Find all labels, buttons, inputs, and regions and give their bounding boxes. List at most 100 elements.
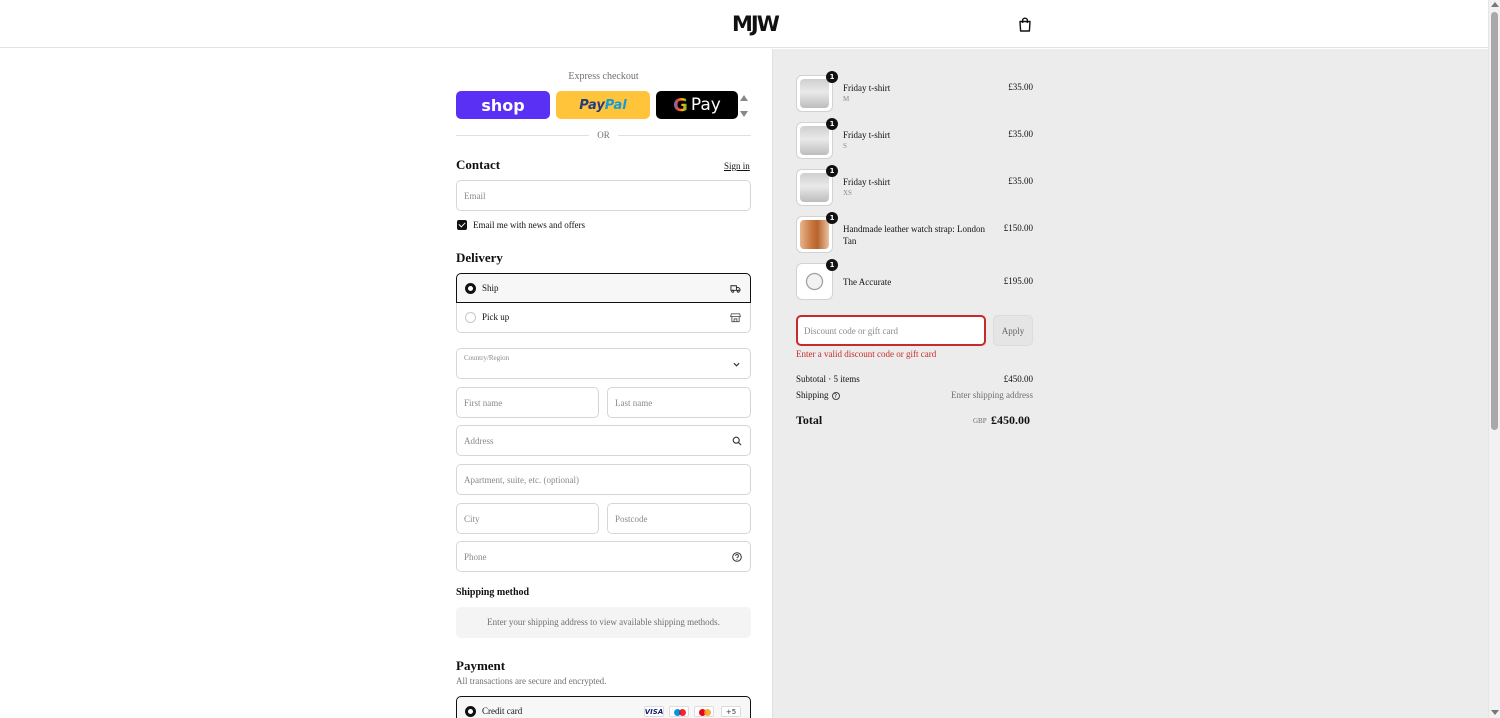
product-thumbnail: 1 — [796, 259, 838, 300]
address-wrapper — [456, 425, 751, 456]
truck-icon — [730, 285, 741, 293]
country-select[interactable]: Country/Region — [456, 348, 751, 379]
carousel-down-arrow-icon[interactable] — [740, 111, 748, 117]
page-scrollbar[interactable] — [1488, 0, 1500, 718]
shipping-method-heading: Shipping method — [456, 587, 530, 598]
store-icon — [730, 313, 741, 323]
more-cards-badge: +5 — [721, 706, 741, 717]
total-label: Total — [796, 413, 823, 427]
shopping-bag-icon[interactable] — [1018, 17, 1032, 32]
subtotal-value: £450.00 — [1003, 374, 1033, 384]
paypal-label-pay: Pay — [579, 97, 605, 113]
discount-error-message: Enter a valid discount code or gift card — [796, 349, 937, 359]
maestro-icon — [669, 706, 689, 717]
scroll-down-arrow-icon[interactable] — [1491, 710, 1499, 715]
payment-subtitle: All transactions are secure and encrypte… — [456, 676, 607, 686]
product-name: Handmade leather watch strap: London Tan — [843, 224, 985, 246]
paypal-label-pal: Pal — [604, 97, 627, 113]
help-icon[interactable] — [732, 552, 742, 562]
ship-radio[interactable] — [465, 283, 476, 294]
product-name: Friday t-shirt — [843, 83, 891, 93]
product-price: £195.00 — [1003, 276, 1033, 286]
product-price: £35.00 — [1008, 82, 1033, 92]
product-price: £35.00 — [1008, 129, 1033, 139]
product-name: Friday t-shirt — [843, 130, 891, 140]
news-offers-label[interactable]: Email me with news and offers — [473, 220, 585, 230]
quantity-badge: 1 — [826, 212, 838, 224]
shipping-row: Shipping? Enter shipping address — [796, 390, 1033, 400]
product-thumbnail: 1 — [796, 212, 838, 253]
product-name: The Accurate — [843, 277, 892, 287]
phone-field[interactable] — [457, 542, 750, 571]
carousel-up-arrow-icon[interactable] — [740, 95, 748, 101]
cart-item: 1 Friday t-shirt XS £35.00 — [796, 165, 1033, 209]
sign-in-link[interactable]: Sign in — [724, 161, 750, 171]
delivery-method-group: Ship Pick up — [456, 273, 751, 333]
cart-item: 1 Handmade leather watch strap: London T… — [796, 212, 1033, 256]
mastercard-icon — [694, 706, 714, 717]
site-header: MJW — [0, 0, 1488, 48]
scroll-up-arrow-icon[interactable] — [1491, 2, 1499, 7]
postcode-field[interactable] — [608, 504, 750, 533]
discount-code-field[interactable] — [798, 317, 984, 344]
last-name-wrapper — [607, 387, 751, 418]
apartment-field[interactable] — [457, 465, 750, 494]
quantity-badge: 1 — [826, 165, 838, 177]
pickup-radio[interactable] — [465, 312, 476, 323]
first-name-field[interactable] — [457, 388, 598, 417]
scrollbar-thumb[interactable] — [1491, 12, 1498, 430]
email-field[interactable] — [457, 181, 750, 210]
google-pay-button[interactable]: G Pay — [656, 91, 738, 119]
credit-card-radio[interactable] — [465, 706, 476, 717]
chevron-down-icon — [733, 362, 740, 367]
cart-item: 1 Friday t-shirt S £35.00 — [796, 118, 1033, 162]
shipping-method-message: Enter your shipping address to view avai… — [487, 617, 720, 627]
checkout-page: MJW Express checkout shop Pay Pal G Pay OR… — [0, 0, 1500, 718]
product-variant: XS — [843, 189, 852, 197]
store-logo[interactable]: MJW — [732, 12, 780, 36]
payment-heading: Payment — [456, 658, 506, 673]
subtotal-row: Subtotal · 5 items £450.00 — [796, 374, 1033, 384]
product-thumbnail: 1 — [796, 71, 838, 112]
contact-heading: Contact — [456, 157, 501, 172]
delivery-heading: Delivery — [456, 250, 503, 265]
shipping-method-box: Enter your shipping address to view avai… — [456, 607, 751, 638]
help-icon[interactable]: ? — [831, 391, 840, 400]
apply-discount-button[interactable]: Apply — [993, 315, 1033, 346]
credit-card-option[interactable]: Credit card VISA +5 — [456, 696, 751, 718]
product-price: £150.00 — [1003, 223, 1033, 233]
divider-line — [618, 135, 751, 136]
or-divider: OR — [456, 130, 751, 140]
discount-field-wrapper — [796, 315, 986, 346]
city-field[interactable] — [457, 504, 598, 533]
cart-item: 1 The Accurate £195.00 — [796, 259, 1033, 303]
ship-option[interactable]: Ship — [456, 273, 751, 303]
gpay-label: Pay — [690, 95, 721, 115]
pickup-option[interactable]: Pick up — [456, 303, 751, 333]
postcode-wrapper — [607, 503, 751, 534]
shipping-value: Enter shipping address — [951, 390, 1033, 400]
subtotal-label: Subtotal · 5 items — [796, 374, 860, 384]
email-field-wrapper — [456, 180, 751, 211]
credit-card-label: Credit card — [482, 706, 523, 716]
first-name-wrapper — [456, 387, 599, 418]
product-variant: M — [843, 95, 850, 103]
product-variant: S — [843, 142, 847, 150]
product-thumbnail: 1 — [796, 165, 838, 206]
product-thumbnail: 1 — [796, 118, 838, 159]
total-value: £450.00 — [991, 413, 1030, 427]
paypal-button[interactable]: Pay Pal — [556, 91, 650, 119]
shop-pay-button[interactable]: shop — [456, 91, 550, 119]
address-field[interactable] — [457, 426, 750, 455]
express-checkout-label: Express checkout — [568, 71, 639, 82]
apartment-wrapper — [456, 464, 751, 495]
google-g-icon: G — [673, 94, 688, 116]
news-offers-checkbox[interactable] — [457, 220, 467, 230]
search-icon — [732, 436, 742, 446]
product-name: Friday t-shirt — [843, 177, 891, 187]
phone-wrapper — [456, 541, 751, 572]
last-name-field[interactable] — [608, 388, 750, 417]
cart-item: 1 Friday t-shirt M £35.00 — [796, 71, 1033, 115]
city-wrapper — [456, 503, 599, 534]
quantity-badge: 1 — [826, 118, 838, 130]
